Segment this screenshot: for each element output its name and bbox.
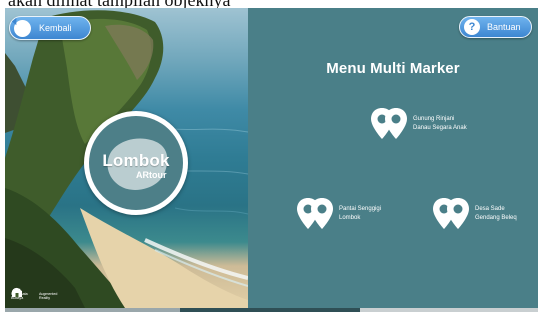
logo-subtitle: ARtour: [136, 170, 167, 180]
help-button[interactable]: ? Bantuan: [459, 16, 532, 38]
back-button-label: Kembali: [39, 23, 72, 33]
map-pin-pair-icon: [297, 198, 333, 229]
marker-sade-line1: Desa Sade: [475, 206, 505, 212]
app-logo: Lombok ARtour: [84, 111, 188, 215]
help-button-label: Bantuan: [487, 22, 521, 32]
menu-title: Menu Multi Marker: [326, 60, 460, 77]
menu-panel: ? Bantuan Menu Multi Marker Gunung Rinja…: [248, 8, 538, 308]
bottom-strip-middle: [180, 308, 360, 312]
footer-bar: Pariwisata Budaya Augmented Reality: [11, 287, 121, 305]
marker-rinjani-line2: Danau Segara Anak: [413, 125, 467, 131]
arrow-left-icon: [11, 17, 31, 37]
marker-sade[interactable]: Desa Sade Gendang Beleq: [431, 196, 517, 232]
bottom-strip-left: [5, 308, 180, 312]
marker-senggigi-line2: Lombok: [339, 215, 361, 221]
background-photo: Kembali Lombok ARtour Pariwisata Budaya: [5, 8, 248, 308]
app-window: Kembali Lombok ARtour Pariwisata Budaya: [5, 8, 538, 308]
marker-rinjani-line1: Gunung Rinjani: [413, 116, 455, 122]
logo-badge: Lombok ARtour: [89, 116, 183, 210]
footer-label-ar: Augmented Reality: [39, 291, 58, 300]
marker-rinjani[interactable]: Gunung Rinjani Danau Segara Anak: [369, 106, 467, 142]
back-button[interactable]: Kembali: [9, 16, 91, 40]
bottom-strip-right: [360, 308, 538, 312]
question-icon: ?: [464, 19, 480, 35]
marker-senggigi-line1: Pantai Senggigi: [339, 206, 382, 212]
map-pin-pair-icon: [371, 108, 407, 139]
marker-sade-line2: Gendang Beleq: [475, 215, 517, 221]
augmented-reality-icon: [12, 288, 22, 297]
marker-senggigi[interactable]: Pantai Senggigi Lombok: [295, 196, 381, 232]
map-pin-pair-icon: [433, 198, 469, 229]
footer-item-ar[interactable]: Augmented Reality: [12, 288, 63, 301]
logo-title: Lombok: [102, 151, 170, 170]
